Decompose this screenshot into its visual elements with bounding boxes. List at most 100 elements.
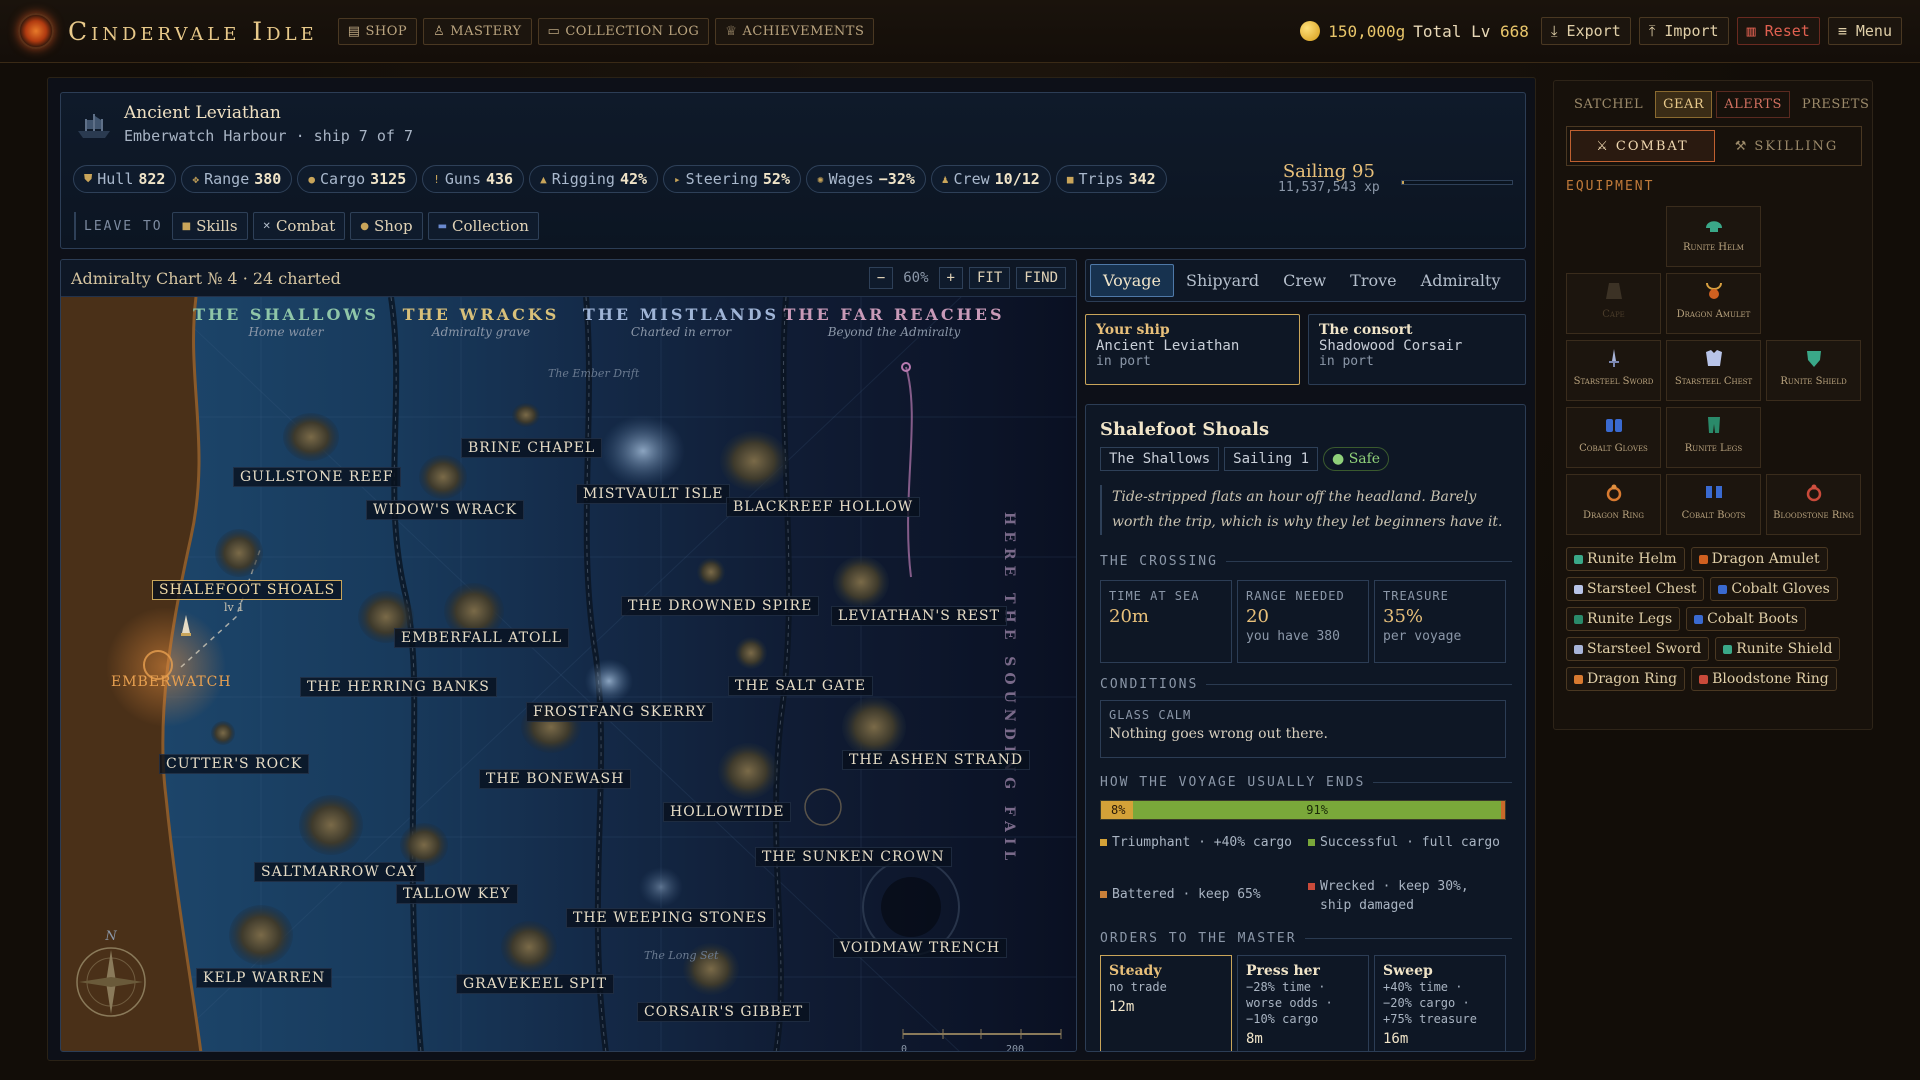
slot-ring[interactable]: Dragon Ring — [1566, 474, 1661, 535]
leave-shop-button[interactable]: ● Shop — [350, 212, 423, 240]
reset-button[interactable]: ▥ Reset — [1736, 17, 1820, 45]
tab-admiralty[interactable]: Admiralty — [1409, 265, 1513, 296]
tab-trove[interactable]: Trove — [1338, 265, 1408, 296]
loc-drowned-spire[interactable]: THE DROWNED SPIRE — [621, 596, 820, 616]
loc-mistvault-isle[interactable]: MISTVAULT ISLE — [576, 484, 731, 504]
loc-herring-banks[interactable]: THE HERRING BANKS — [300, 677, 497, 697]
nav-shop-button[interactable]: ▤ SHOP — [337, 17, 418, 45]
shield-icon — [1806, 351, 1821, 367]
loc-weeping-stones[interactable]: THE WEEPING STONES — [566, 908, 775, 928]
loc-leviathans-rest[interactable]: LEVIATHAN'S REST — [831, 606, 1007, 626]
loc-corsairs-gibbet[interactable]: CORSAIR'S GIBBET — [637, 1002, 811, 1022]
slot-body[interactable]: Starsteel Chest — [1666, 340, 1761, 401]
your-ship-card[interactable]: Your ship Ancient Leviathan in port — [1085, 314, 1300, 385]
sword-icon — [1608, 349, 1619, 367]
shield-icon — [1723, 644, 1733, 654]
loc-cutters-rock[interactable]: CUTTER'S ROCK — [159, 754, 310, 774]
mode-combat-button[interactable]: ⚔ COMBAT — [1570, 130, 1715, 162]
location-flavor-text: Tide-stripped flats an hour off the head… — [1100, 485, 1512, 535]
slot-neck[interactable]: Dragon Amulet — [1666, 273, 1761, 334]
skills-icon: ■ — [181, 220, 192, 232]
slot-hands[interactable]: Cobalt Gloves — [1566, 407, 1661, 468]
leave-collection-button[interactable]: ▬ Collection — [427, 212, 539, 240]
slot-head[interactable]: Runite Helm — [1666, 206, 1761, 267]
outcome-bar: 8% 91% — [1100, 800, 1506, 820]
loc-brine-chapel[interactable]: BRINE CHAPEL — [461, 438, 603, 458]
nav-achievements-button[interactable]: ♕ ACHIEVEMENTS — [715, 17, 875, 45]
outcome-successful-segment: 91% — [1133, 801, 1501, 819]
loc-emberfall-atoll[interactable]: EMBERFALL ATOLL — [394, 628, 570, 648]
nav-mastery-button[interactable]: ♙ MASTERY — [423, 17, 532, 45]
sailing-xp-bar — [1401, 180, 1513, 185]
import-button[interactable]: ⤒ Import — [1638, 17, 1729, 45]
loc-salt-gate[interactable]: THE SALT GATE — [728, 676, 873, 696]
equipped-item[interactable]: Dragon Amulet — [1690, 547, 1828, 571]
loc-ashen-strand[interactable]: THE ASHEN STRAND — [842, 750, 1031, 770]
nav-collection-log-button[interactable]: ▭ COLLECTION LOG — [537, 17, 710, 45]
order-sweep[interactable]: Sweep +40% time · −20% cargo · +75% treas… — [1374, 955, 1506, 1051]
loc-widows-wrack[interactable]: WIDOW'S WRACK — [366, 500, 525, 520]
consort-ship-card[interactable]: The consort Shadowood Corsair in port — [1308, 314, 1526, 385]
equipped-item[interactable]: Runite Helm — [1566, 547, 1685, 571]
zoom-in-button[interactable]: + — [938, 267, 963, 289]
shield-icon: ⛊ — [84, 172, 93, 185]
loc-gullstone-reef[interactable]: GULLSTONE REEF — [233, 467, 401, 487]
equipped-item[interactable]: Starsteel Sword — [1566, 637, 1710, 661]
equipped-item[interactable]: Starsteel Chest — [1566, 577, 1705, 601]
order-press-her[interactable]: Press her −28% time · worse odds · −10% c… — [1237, 955, 1369, 1051]
loc-voidmaw-trench[interactable]: VOIDMAW TRENCH — [833, 938, 1008, 958]
tab-crew[interactable]: Crew — [1271, 265, 1338, 296]
slot-shield[interactable]: Runite Shield — [1766, 340, 1861, 401]
order-steady[interactable]: Steady no trade 12m — [1100, 955, 1232, 1051]
legend-battered: Battered · keep 65% — [1100, 885, 1295, 904]
slot-weapon[interactable]: Starsteel Sword — [1566, 340, 1661, 401]
find-button[interactable]: FIND — [1016, 267, 1066, 289]
tab-voyage[interactable]: Voyage — [1090, 264, 1175, 297]
slot-legs[interactable]: Runite Legs — [1666, 407, 1761, 468]
loc-shalefoot-shoals[interactable]: SHALEFOOT SHOALS — [152, 580, 343, 600]
sailing-level: Sailing 95 11,537,543 xp — [1278, 161, 1380, 195]
export-button[interactable]: ⤓ Export — [1540, 17, 1631, 45]
slot-feet[interactable]: Cobalt Boots — [1666, 474, 1761, 535]
zoom-out-button[interactable]: − — [868, 267, 894, 289]
harbour-emberwatch[interactable]: EMBERWATCH — [111, 674, 232, 690]
tab-shipyard[interactable]: Shipyard — [1174, 265, 1271, 296]
tab-alerts[interactable]: ALERTS — [1716, 91, 1790, 118]
equipped-item[interactable]: Bloodstone Ring — [1691, 667, 1837, 691]
mode-skilling-button[interactable]: ⚒ SKILLING — [1715, 130, 1858, 162]
coin-stack-icon: ✺ — [817, 172, 824, 186]
chart-canvas[interactable]: THE SHALLOWS Home water THE WRACKS Admiral… — [61, 297, 1076, 1051]
equipped-item[interactable]: Cobalt Boots — [1686, 607, 1807, 631]
loc-gravekeel-spit[interactable]: GRAVEKEEL SPIT — [456, 974, 614, 994]
ship-card: Ancient Leviathan Emberwatch Harbour · s… — [60, 92, 1526, 249]
treasure-box: TREASURE 35% per voyage — [1374, 580, 1506, 663]
amulet-icon — [1705, 282, 1722, 299]
gloves-icon — [1605, 419, 1622, 432]
loc-kelp-warren[interactable]: KELP WARREN — [196, 968, 333, 988]
loc-blackreef-hollow[interactable]: BLACKREEF HOLLOW — [726, 497, 921, 517]
equipped-item[interactable]: Dragon Ring — [1566, 667, 1686, 691]
menu-button[interactable]: ≡ Menu — [1827, 17, 1902, 45]
loc-frostfang-skerry[interactable]: FROSTFANG SKERRY — [526, 702, 714, 722]
loc-saltmarrow-cay[interactable]: SALTMARROW CAY — [254, 862, 425, 882]
voyage-ends-header: HOW THE VOYAGE USUALLY ENDS — [1100, 775, 1512, 790]
ring-icon — [1806, 484, 1821, 502]
equipment-label: EQUIPMENT — [1566, 179, 1655, 194]
loc-bonewash[interactable]: THE BONEWASH — [479, 769, 632, 789]
equipped-item[interactable]: Runite Shield — [1715, 637, 1841, 661]
tab-gear[interactable]: GEAR — [1655, 91, 1713, 118]
log-icon: ■ — [1066, 172, 1074, 186]
leave-skills-button[interactable]: ■ Skills — [171, 212, 248, 240]
equipped-item[interactable]: Cobalt Gloves — [1710, 577, 1838, 601]
leave-combat-button[interactable]: ✕ Combat — [252, 212, 346, 240]
slot-ring-2[interactable]: Bloodstone Ring — [1766, 474, 1861, 535]
sword-icon — [1574, 644, 1583, 654]
fit-button[interactable]: FIT — [968, 267, 1011, 289]
loc-tallow-key[interactable]: TALLOW KEY — [396, 884, 518, 904]
tab-presets[interactable]: PRESETS — [1794, 91, 1878, 118]
equipped-item[interactable]: Runite Legs — [1566, 607, 1681, 631]
tab-satchel[interactable]: SATCHEL — [1566, 91, 1651, 118]
slot-cape[interactable]: Cape — [1566, 273, 1661, 334]
loc-hollowtide[interactable]: HOLLOWTIDE — [663, 802, 792, 822]
loc-sunken-crown[interactable]: THE SUNKEN CROWN — [755, 847, 952, 867]
